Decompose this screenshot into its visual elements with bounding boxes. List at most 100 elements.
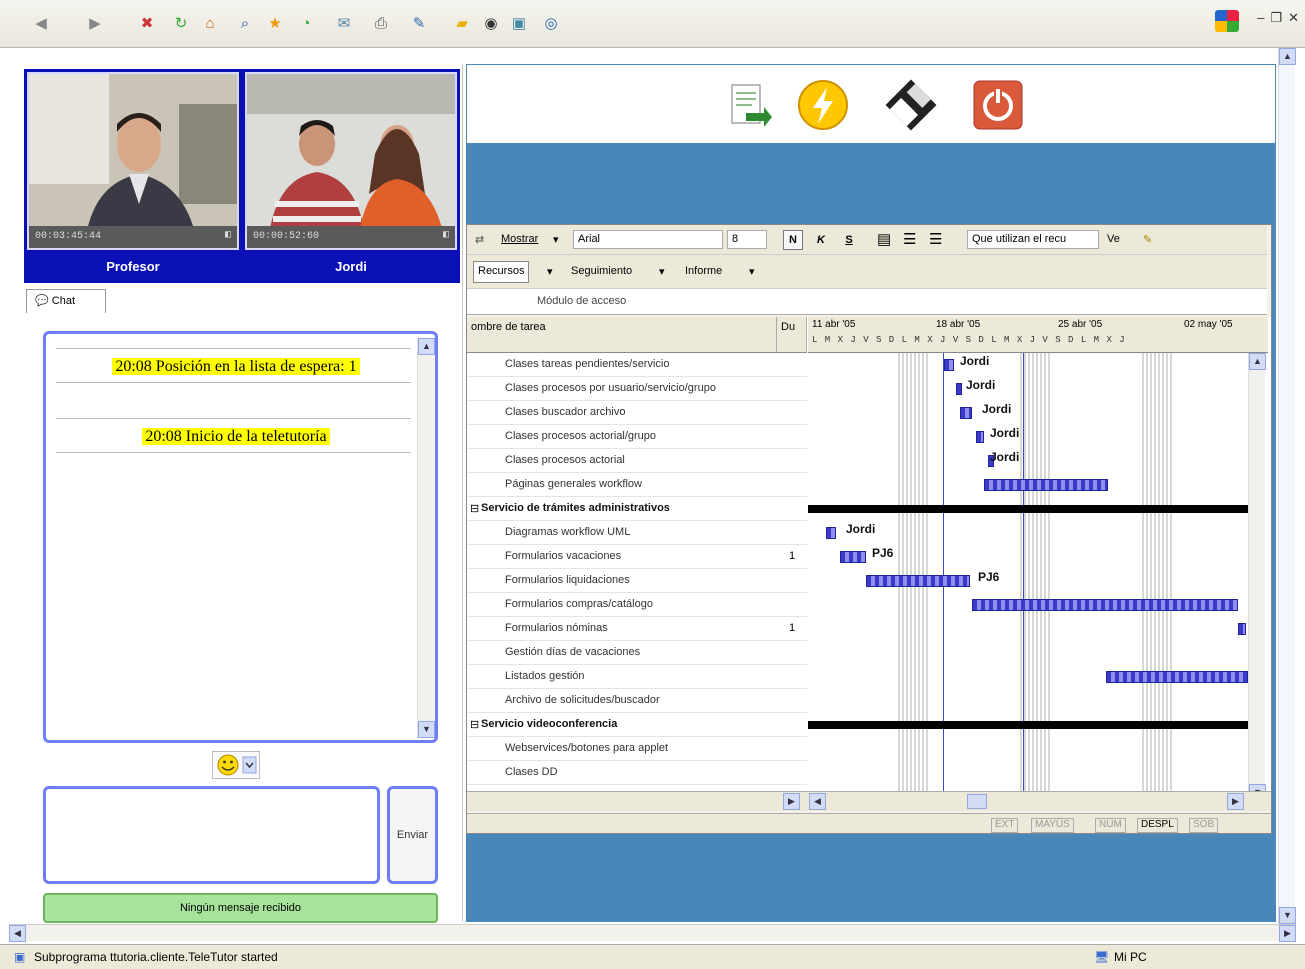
task-row[interactable]: Gestión días de vacaciones	[467, 641, 807, 665]
align-right-icon[interactable]: ☰	[929, 230, 942, 248]
task-row[interactable]: Clases DD	[467, 761, 807, 785]
task-bar[interactable]	[976, 431, 984, 443]
lightning-icon[interactable]	[797, 79, 849, 131]
task-bar[interactable]	[944, 359, 954, 371]
scroll-down-icon[interactable]: ▼	[1279, 907, 1296, 924]
task-row[interactable]: Clases buscador archivo	[467, 401, 807, 425]
scroll-thumb[interactable]	[967, 794, 987, 809]
task-bar[interactable]	[960, 407, 972, 419]
task-row[interactable]: Clases procesos actorial	[467, 449, 807, 473]
task-row[interactable]: Formularios liquidaciones	[467, 569, 807, 593]
task-bar[interactable]	[972, 599, 1238, 611]
task-row[interactable]: Archivo de solicitudes/buscador	[467, 689, 807, 713]
task-row[interactable]: Clases procesos por usuario/servicio/gru…	[467, 377, 807, 401]
task-row[interactable]: Listados gestión	[467, 665, 807, 689]
page-horizontal-scrollbar[interactable]: ◀ ▶	[9, 924, 1296, 942]
task-row[interactable]: Clases procesos actorial/grupo	[467, 425, 807, 449]
scroll-up-icon[interactable]: ▲	[1249, 353, 1266, 370]
dropdown-icon[interactable]: ▾	[547, 265, 553, 278]
show-dropdown-icon[interactable]: ▾	[553, 233, 559, 246]
day-labels: L M X J V S D L M X J V S D L M X J V S …	[812, 335, 1126, 345]
align-center-icon[interactable]: ☰	[903, 230, 916, 248]
summary-bar[interactable]	[808, 505, 1248, 513]
forward-icon[interactable]: ▶	[84, 12, 106, 34]
dropdown-icon[interactable]: ▾	[659, 265, 665, 278]
edit-field[interactable]: Módulo de acceso	[537, 295, 626, 307]
collapse-icon[interactable]: ⊟	[470, 502, 479, 515]
summary-task-row[interactable]: ⊟ Servicio videoconferencia	[467, 713, 807, 737]
filter-select[interactable]: Que utilizan el recu	[967, 230, 1099, 249]
emoticon-picker[interactable]	[212, 751, 260, 779]
research-icon[interactable]: ◉	[480, 12, 502, 34]
horizontal-scrollbars[interactable]: ▶ ◀ ▶	[467, 791, 1271, 811]
message-input[interactable]	[43, 786, 380, 884]
task-bar[interactable]	[826, 527, 836, 539]
scroll-left-icon[interactable]: ◀	[809, 793, 826, 810]
task-bar[interactable]	[984, 479, 1108, 491]
edit-icon[interactable]: ✎	[408, 12, 430, 34]
column-header-task[interactable]: ombre de tarea	[467, 317, 777, 353]
gantt-scrollbar[interactable]: ▲ ▼	[1248, 353, 1266, 801]
resources-button[interactable]: Recursos	[473, 261, 530, 283]
task-row[interactable]: Formularios nóminas 1	[467, 617, 807, 641]
font-size-select[interactable]: 8	[727, 230, 767, 249]
task-bar[interactable]	[866, 575, 970, 587]
task-row[interactable]: Formularios vacaciones 1	[467, 545, 807, 569]
scroll-right-icon[interactable]: ▶	[1279, 925, 1296, 942]
mail-icon[interactable]: ✉	[333, 12, 355, 34]
task-row[interactable]: Diagramas workflow UML	[467, 521, 807, 545]
task-bar[interactable]	[1238, 623, 1246, 635]
camera-icon[interactable]: ◧	[225, 229, 231, 241]
back-icon[interactable]: ◀	[30, 12, 52, 34]
scroll-up-icon[interactable]: ▲	[1279, 48, 1296, 65]
page-vertical-scrollbar[interactable]: ▲ ▼	[1278, 48, 1296, 924]
task-row[interactable]: Formularios compras/catálogo	[467, 593, 807, 617]
scroll-left-icon[interactable]: ◀	[9, 925, 26, 942]
scroll-up-icon[interactable]: ▲	[418, 338, 435, 355]
camera-icon[interactable]: ◧	[443, 229, 449, 241]
tracking-menu[interactable]: Seguimiento	[571, 265, 632, 277]
save-icon[interactable]	[885, 79, 937, 131]
collapse-icon[interactable]: ⊟	[470, 718, 479, 731]
task-bar[interactable]	[956, 383, 962, 395]
history-icon[interactable]: ◔	[295, 12, 317, 34]
home-icon[interactable]: ⌂	[199, 12, 221, 34]
refresh-icon[interactable]: ↻	[170, 12, 192, 34]
close-icon[interactable]: ✕	[1288, 10, 1299, 26]
scroll-down-icon[interactable]: ▼	[418, 721, 435, 738]
paint-icon[interactable]: ✎	[1143, 233, 1152, 246]
summary-task-row[interactable]: ⊟ Servicio de trámites administrativos	[467, 497, 807, 521]
folder-icon[interactable]: ▰	[451, 12, 473, 34]
report-menu[interactable]: Informe	[685, 265, 722, 277]
restore-icon[interactable]: ❐	[1270, 10, 1282, 26]
font-select[interactable]: Arial	[573, 230, 723, 249]
minimize-icon[interactable]: –	[1257, 10, 1264, 26]
chat-scrollbar[interactable]: ▲ ▼	[417, 338, 435, 738]
dropdown-icon[interactable]: ▾	[749, 265, 755, 278]
task-row[interactable]: Webservices/botones para applet	[467, 737, 807, 761]
discuss-icon[interactable]: ◎	[540, 12, 562, 34]
column-header-duration[interactable]: Du	[777, 317, 807, 353]
scroll-right-icon[interactable]: ▶	[1227, 793, 1244, 810]
italic-button[interactable]: K	[811, 230, 831, 250]
export-icon[interactable]	[722, 79, 774, 131]
task-row[interactable]: Clases tareas pendientes/servicio	[467, 353, 807, 377]
underline-button[interactable]: S	[839, 230, 859, 250]
messenger-icon[interactable]: ▣	[508, 12, 530, 34]
favorites-icon[interactable]: ★	[264, 12, 286, 34]
tab-chat[interactable]: 💬 Chat	[26, 289, 106, 313]
task-row[interactable]: Páginas generales workflow	[467, 473, 807, 497]
show-menu[interactable]: Mostrar	[501, 233, 538, 245]
print-icon[interactable]: ⎙	[370, 12, 392, 34]
bold-button[interactable]: N	[783, 230, 803, 250]
go-button[interactable]: Ve	[1107, 233, 1120, 245]
search-icon[interactable]: ⌕	[234, 12, 256, 34]
send-button[interactable]: Enviar	[387, 786, 438, 884]
summary-bar[interactable]	[808, 721, 1248, 729]
scroll-right-icon[interactable]: ▶	[783, 793, 800, 810]
task-bar[interactable]	[840, 551, 866, 563]
power-icon[interactable]	[972, 79, 1024, 131]
stop-icon[interactable]: ✖	[136, 12, 158, 34]
task-bar[interactable]	[1106, 671, 1248, 683]
align-left-icon[interactable]: ▤	[877, 230, 891, 248]
